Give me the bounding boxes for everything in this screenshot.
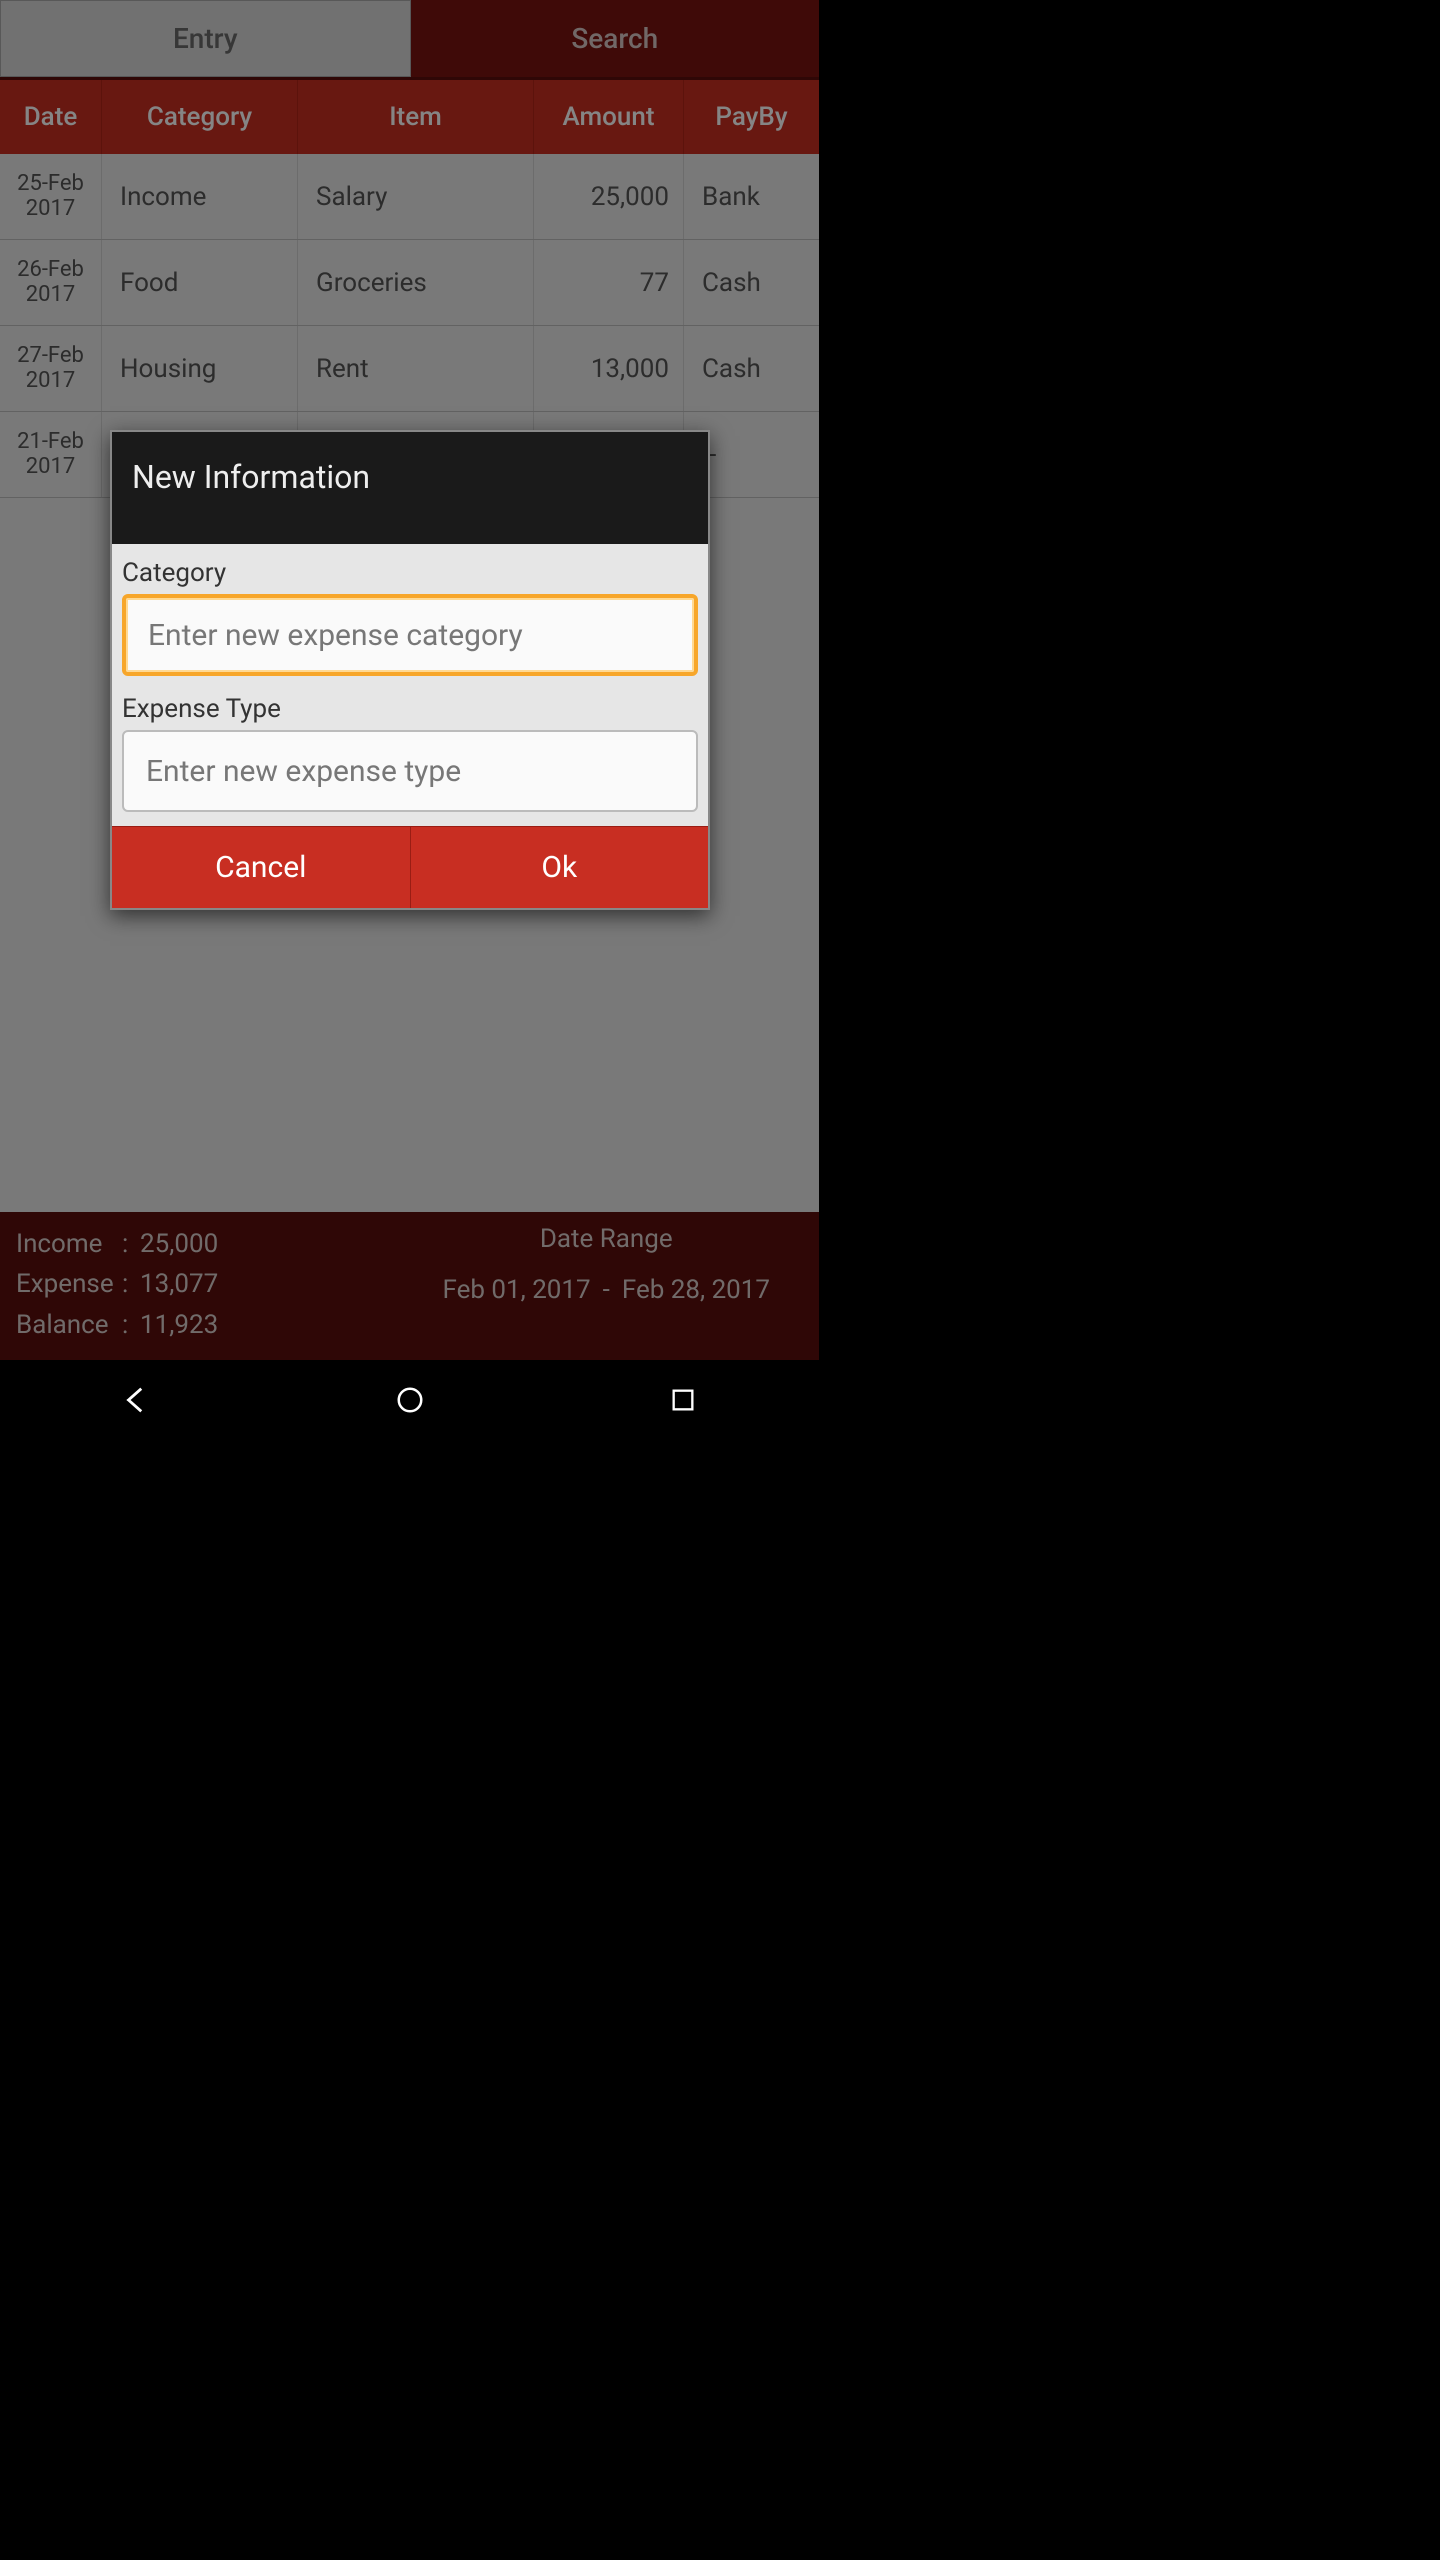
category-field-label: Category: [122, 554, 698, 594]
cancel-button[interactable]: Cancel: [112, 826, 411, 908]
back-icon[interactable]: [118, 1381, 156, 1419]
recent-apps-icon[interactable]: [664, 1381, 702, 1419]
android-navbar: [0, 1360, 819, 1440]
app-screen: Entry Search Date Category Item Amount P…: [0, 0, 819, 1360]
dialog-title: New Information: [112, 432, 708, 544]
ok-button[interactable]: Ok: [411, 826, 709, 908]
category-input[interactable]: Enter new expense category: [122, 594, 698, 676]
new-information-dialog: New Information Category Enter new expen…: [110, 430, 710, 910]
expense-type-field-label: Expense Type: [122, 690, 698, 730]
home-icon[interactable]: [391, 1381, 429, 1419]
expense-type-input[interactable]: Enter new expense type: [122, 730, 698, 812]
